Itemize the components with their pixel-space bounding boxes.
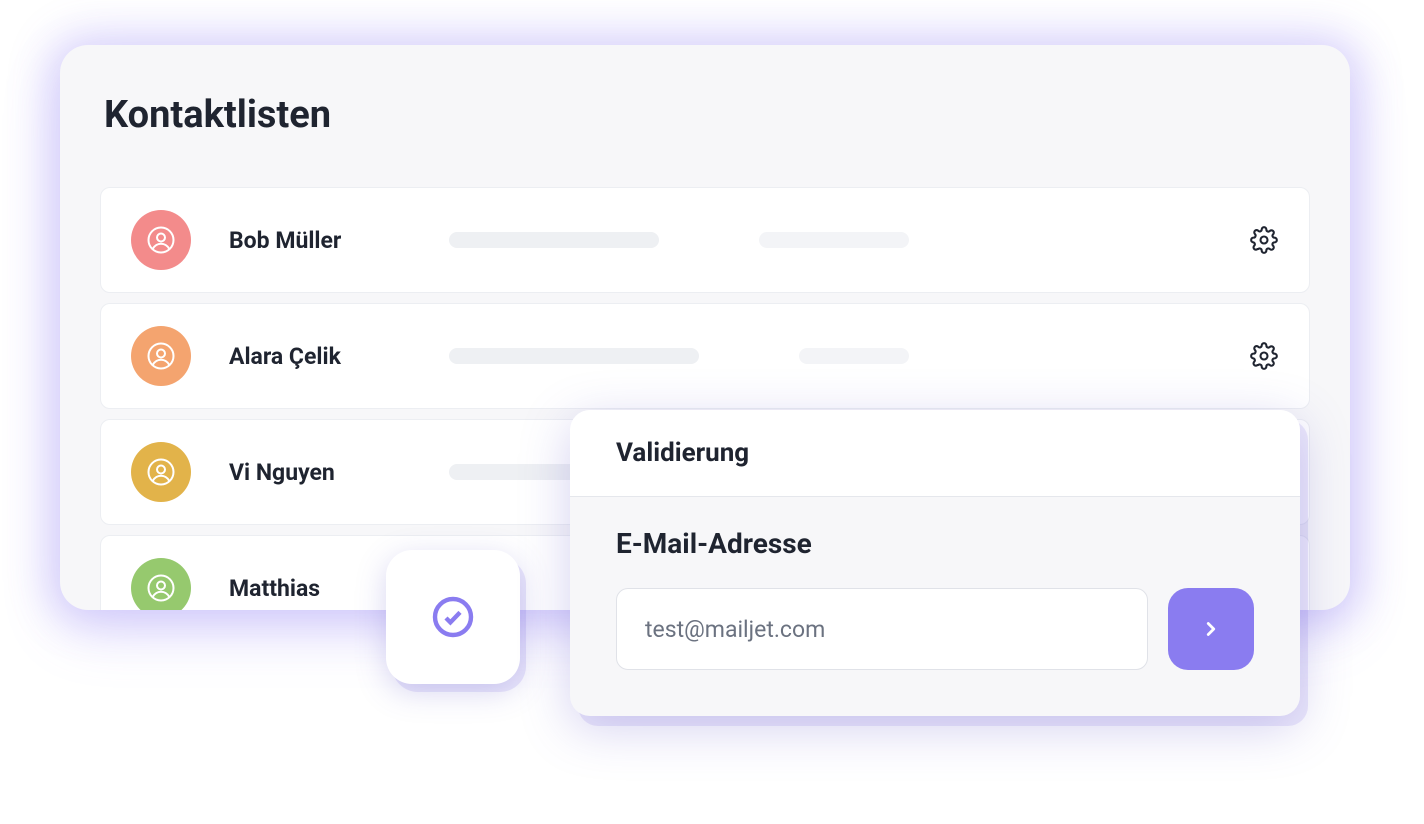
gear-icon <box>1250 342 1278 370</box>
user-circle-icon <box>146 341 176 371</box>
avatar <box>131 326 191 386</box>
skeleton-group <box>449 464 579 480</box>
validation-popup: Validierung E-Mail-Adresse test@mailjet.… <box>570 410 1300 716</box>
skeleton-group <box>449 348 909 364</box>
contact-row[interactable]: Alara Çelik <box>100 303 1310 409</box>
email-input[interactable]: test@mailjet.com <box>616 588 1148 670</box>
contact-name: Vi Nguyen <box>229 459 449 486</box>
settings-button[interactable] <box>1249 341 1279 371</box>
chevron-right-icon <box>1200 618 1222 640</box>
user-circle-icon <box>146 225 176 255</box>
input-row: test@mailjet.com <box>616 588 1254 670</box>
validation-check-badge <box>386 550 520 684</box>
contact-row[interactable]: Bob Müller <box>100 187 1310 293</box>
user-circle-icon <box>146 573 176 603</box>
popup-header: Validierung <box>570 410 1300 497</box>
submit-button[interactable] <box>1168 588 1254 670</box>
popup-body: E-Mail-Adresse test@mailjet.com <box>570 497 1300 716</box>
settings-button[interactable] <box>1249 225 1279 255</box>
skeleton-bar <box>449 464 579 480</box>
popup-title: Validierung <box>616 438 1254 468</box>
skeleton-group <box>449 232 909 248</box>
check-circle-icon <box>429 593 477 641</box>
contact-name: Alara Çelik <box>229 343 449 370</box>
user-circle-icon <box>146 457 176 487</box>
skeleton-bar <box>449 232 659 248</box>
email-label: E-Mail-Adresse <box>616 527 1254 560</box>
contact-name: Bob Müller <box>229 227 449 254</box>
avatar <box>131 210 191 270</box>
gear-icon <box>1250 226 1278 254</box>
skeleton-bar <box>799 348 909 364</box>
skeleton-bar <box>759 232 909 248</box>
email-input-value: test@mailjet.com <box>645 616 825 643</box>
avatar <box>131 558 191 610</box>
page-title: Kontaktlisten <box>104 93 1310 137</box>
skeleton-bar <box>449 348 699 364</box>
avatar <box>131 442 191 502</box>
